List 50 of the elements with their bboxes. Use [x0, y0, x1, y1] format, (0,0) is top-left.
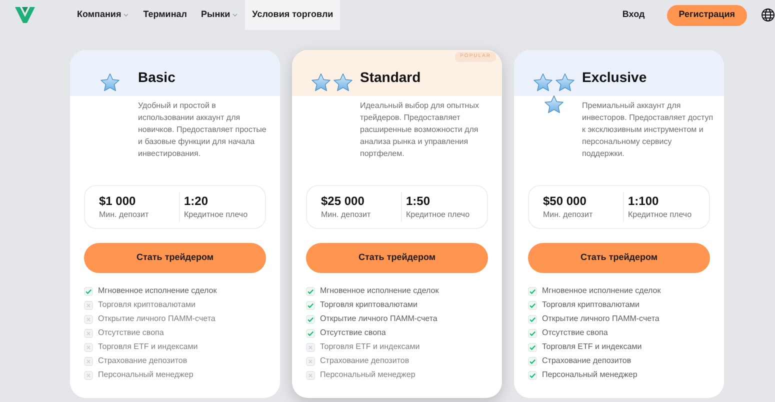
feature-text: Отсутствие свопа — [320, 327, 386, 339]
leverage-label: Кредитное плечо — [406, 208, 470, 220]
feature-text: Открытие личного ПАММ-счета — [542, 313, 660, 325]
feature-text: Персональный менеджер — [98, 369, 194, 381]
feature-text: Отсутствие свопа — [542, 327, 608, 339]
plan-title: Basic — [138, 68, 176, 86]
feature-text: Торговля ETF и индексами — [320, 341, 420, 353]
plan-description: Идеальный выбор для опытных трейдеров. Предоставляет расширенные возможности для анализа рынка и управления портфелем. — [360, 100, 480, 160]
become-trader-button[interactable]: Стать трейдером — [528, 243, 710, 273]
globe-icon[interactable] — [761, 8, 775, 22]
deposit-value: $50 000 — [543, 194, 588, 208]
feature-text: Торговля ETF и индексами — [542, 341, 642, 353]
deposit-value: $25 000 — [321, 194, 366, 208]
feature-text: Открытие личного ПАММ-счета — [320, 313, 438, 325]
deposit-label: Мин. депозит — [99, 208, 150, 220]
feature-text: Торговля ETF и индексами — [98, 341, 198, 353]
become-trader-button[interactable]: Стать трейдером — [84, 243, 266, 273]
feature-text: Отсутствие свопа — [98, 327, 164, 339]
plan-description: Удобный и простой в использовании аккаунт для новичков. Предоставляет простые и базовые функции для начала инвестирования. — [138, 100, 268, 160]
plan-title: Exclusive — [582, 68, 648, 86]
feature-text: Мгновенное исполнение сделок — [98, 285, 217, 297]
feature-text: Страхование депозитов — [98, 355, 188, 367]
feature-text: Торговля криптовалютами — [320, 299, 418, 311]
feature-text: Открытие личного ПАММ-счета — [98, 313, 216, 325]
feature-text: Мгновенное исполнение сделок — [542, 285, 661, 297]
feature-text: Мгновенное исполнение сделок — [320, 285, 439, 297]
become-trader-button[interactable]: Стать трейдером — [306, 243, 488, 273]
nav-item[interactable]: Условия торговли — [245, 0, 340, 30]
feature-text: Страхование депозитов — [542, 355, 632, 367]
leverage-value: 1:50 — [406, 194, 432, 208]
nav-item[interactable]: Компания — [70, 0, 136, 30]
feature-text: Торговля криптовалютами — [542, 299, 640, 311]
leverage-label: Кредитное плечо — [184, 208, 248, 220]
nav-item[interactable]: Терминал — [136, 0, 194, 30]
register-button[interactable]: Регистрация — [666, 4, 747, 26]
leverage-value: 1:20 — [184, 194, 210, 208]
deposit-value: $1 000 — [99, 194, 137, 208]
leverage-value: 1:100 — [628, 194, 660, 208]
feature-text: Торговля криптовалютами — [98, 299, 196, 311]
deposit-label: Мин. депозит — [321, 208, 372, 220]
feature-text: Страхование депозитов — [320, 355, 410, 367]
nav-item[interactable]: Рынки — [194, 0, 246, 30]
deposit-label: Мин. депозит — [543, 208, 594, 220]
feature-text: Персональный менеджер — [320, 369, 416, 381]
plan-description: Премиальный аккаунт для инвесторов. Предоставляет доступ к эксклюзивным инструментом и персональному сервису поддержки. — [582, 100, 714, 160]
leverage-label: Кредитное плечо — [628, 208, 692, 220]
plan-title: Standard — [360, 68, 422, 86]
login-link[interactable]: Вход — [622, 8, 645, 22]
feature-text: Персональный менеджер — [542, 369, 638, 381]
logo-icon[interactable] — [14, 6, 36, 24]
